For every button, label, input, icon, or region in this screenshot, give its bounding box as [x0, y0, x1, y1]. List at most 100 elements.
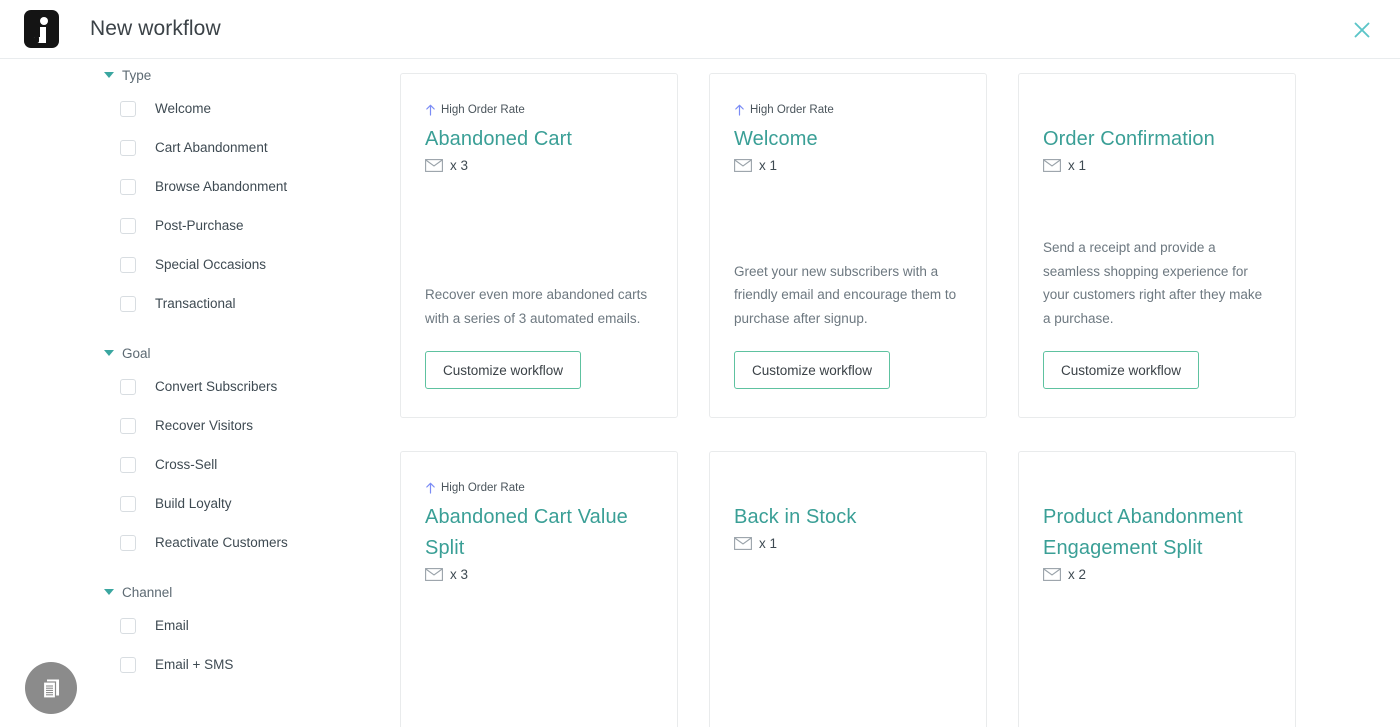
filter-option-cross-sell[interactable]: Cross-Sell	[0, 445, 400, 484]
card-title: Abandoned Cart Value Split	[425, 506, 628, 559]
envelope-icon	[734, 537, 752, 550]
filter-option-label: Cross-Sell	[155, 457, 218, 472]
checkbox-icon[interactable]	[120, 100, 136, 117]
filter-option-label: Welcome	[155, 101, 212, 116]
card-description: Recover even more abandoned carts with a…	[425, 287, 648, 326]
filter-option-label: Post-Purchase	[155, 218, 244, 233]
filter-option-label: Browse Abandonment	[155, 179, 288, 194]
filter-option-browse-abandonment[interactable]: Browse Abandonment	[0, 167, 400, 206]
email-count-label: x 1	[1068, 158, 1087, 173]
checkbox-icon[interactable]	[120, 139, 136, 156]
email-count-label: x 2	[1068, 567, 1087, 582]
checkbox-icon[interactable]	[120, 256, 136, 273]
filters-sidebar: Type Welcome Cart Abandonment Browse Aba…	[0, 59, 400, 727]
arrow-up-icon	[425, 482, 436, 494]
documents-icon[interactable]	[25, 662, 77, 714]
caret-down-icon	[104, 350, 114, 356]
card-description: Send a receipt and provide a seamless sh…	[1043, 240, 1263, 326]
workflow-templates-grid: High Order Rate Abandoned Cart x 3 Recov…	[400, 59, 1400, 727]
card-title: Product Abandonment Engagement Split	[1043, 506, 1243, 559]
filter-option-email[interactable]: Email	[0, 606, 400, 645]
checkbox-icon[interactable]	[120, 456, 136, 473]
customize-workflow-button[interactable]: Customize workflow	[1043, 351, 1199, 389]
app-logo-icon	[24, 10, 59, 48]
checkbox-icon[interactable]	[120, 495, 136, 512]
email-count: x 3	[425, 567, 653, 582]
email-count: x 1	[1043, 158, 1271, 173]
filter-option-convert-subscribers[interactable]: Convert Subscribers	[0, 367, 400, 406]
filter-option-label: Recover Visitors	[155, 418, 254, 433]
checkbox-icon[interactable]	[120, 617, 136, 634]
filter-option-label: Special Occasions	[155, 257, 267, 272]
workflow-card-back-in-stock[interactable]: Back in Stock x 1 Send automated emails …	[709, 451, 987, 727]
envelope-icon	[734, 159, 752, 172]
arrow-up-icon	[734, 104, 745, 116]
status-badge: High Order Rate	[734, 102, 962, 118]
filter-option-reactivate-customers[interactable]: Reactivate Customers	[0, 523, 400, 562]
filter-option-label: Email + SMS	[155, 657, 234, 672]
email-count: x 1	[734, 536, 962, 551]
checkbox-icon[interactable]	[120, 656, 136, 673]
filter-group-header-channel[interactable]: Channel	[0, 578, 400, 606]
filter-option-label: Convert Subscribers	[155, 379, 278, 394]
email-count-label: x 3	[450, 567, 469, 582]
card-title: Welcome	[734, 128, 818, 150]
email-count-label: x 3	[450, 158, 469, 173]
filter-option-recover-visitors[interactable]: Recover Visitors	[0, 406, 400, 445]
filter-option-special-occasions[interactable]: Special Occasions	[0, 245, 400, 284]
modal-header: New workflow	[0, 0, 1400, 59]
badge-placeholder	[734, 480, 962, 502]
envelope-icon	[425, 568, 443, 581]
close-icon[interactable]	[1349, 17, 1375, 43]
filter-group-type: Type Welcome Cart Abandonment Browse Aba…	[0, 61, 400, 323]
email-count-label: x 1	[759, 158, 778, 173]
workflow-card-abandoned-cart[interactable]: High Order Rate Abandoned Cart x 3 Recov…	[400, 73, 678, 418]
filter-option-transactional[interactable]: Transactional	[0, 284, 400, 323]
checkbox-icon[interactable]	[120, 534, 136, 551]
filter-group-label: Goal	[122, 345, 151, 361]
card-description: Greet your new subscribers with a friend…	[734, 263, 957, 326]
caret-down-icon	[104, 72, 114, 78]
email-count-label: x 1	[759, 536, 778, 551]
filter-group-header-type[interactable]: Type	[0, 61, 400, 89]
filter-option-post-purchase[interactable]: Post-Purchase	[0, 206, 400, 245]
checkbox-icon[interactable]	[120, 178, 136, 195]
new-workflow-modal: New workflow Type Welcome Cart Abandonme…	[0, 0, 1400, 727]
customize-workflow-button[interactable]: Customize workflow	[425, 351, 581, 389]
workflow-card-order-confirmation[interactable]: Order Confirmation x 1 Send a receipt an…	[1018, 73, 1296, 418]
modal-body: Type Welcome Cart Abandonment Browse Aba…	[0, 59, 1400, 727]
customize-workflow-button[interactable]: Customize workflow	[734, 351, 890, 389]
filter-option-label: Cart Abandonment	[155, 140, 268, 155]
envelope-icon	[425, 159, 443, 172]
filter-option-label: Reactivate Customers	[155, 535, 288, 550]
status-badge: High Order Rate	[425, 102, 653, 118]
card-title: Abandoned Cart	[425, 128, 573, 150]
filter-option-cart-abandonment[interactable]: Cart Abandonment	[0, 128, 400, 167]
filter-group-label: Type	[122, 67, 152, 83]
envelope-icon	[1043, 568, 1061, 581]
arrow-up-icon	[425, 104, 436, 116]
checkbox-icon[interactable]	[120, 378, 136, 395]
caret-down-icon	[104, 589, 114, 595]
workflow-card-welcome[interactable]: High Order Rate Welcome x 1 Greet your n…	[709, 73, 987, 418]
filter-group-goal: Goal Convert Subscribers Recover Visitor…	[0, 339, 400, 562]
card-title: Back in Stock	[734, 506, 857, 528]
filter-option-build-loyalty[interactable]: Build Loyalty	[0, 484, 400, 523]
filter-option-label: Transactional	[155, 296, 236, 311]
status-badge-label: High Order Rate	[750, 104, 834, 116]
email-count: x 3	[425, 158, 653, 173]
checkbox-icon[interactable]	[120, 295, 136, 312]
filter-option-label: Build Loyalty	[155, 496, 232, 511]
card-title: Order Confirmation	[1043, 128, 1215, 150]
filter-group-header-goal[interactable]: Goal	[0, 339, 400, 367]
badge-placeholder	[1043, 480, 1271, 502]
status-badge-label: High Order Rate	[441, 104, 525, 116]
checkbox-icon[interactable]	[120, 417, 136, 434]
workflow-card-abandoned-cart-value-split[interactable]: High Order Rate Abandoned Cart Value Spl…	[400, 451, 678, 727]
workflow-card-product-abandonment-engagement-split[interactable]: Product Abandonment Engagement Split x 2…	[1018, 451, 1296, 727]
checkbox-icon[interactable]	[120, 217, 136, 234]
filter-group-label: Channel	[122, 584, 173, 600]
filter-option-label: Email	[155, 618, 189, 633]
filter-option-welcome[interactable]: Welcome	[0, 89, 400, 128]
status-badge-label: High Order Rate	[441, 482, 525, 494]
